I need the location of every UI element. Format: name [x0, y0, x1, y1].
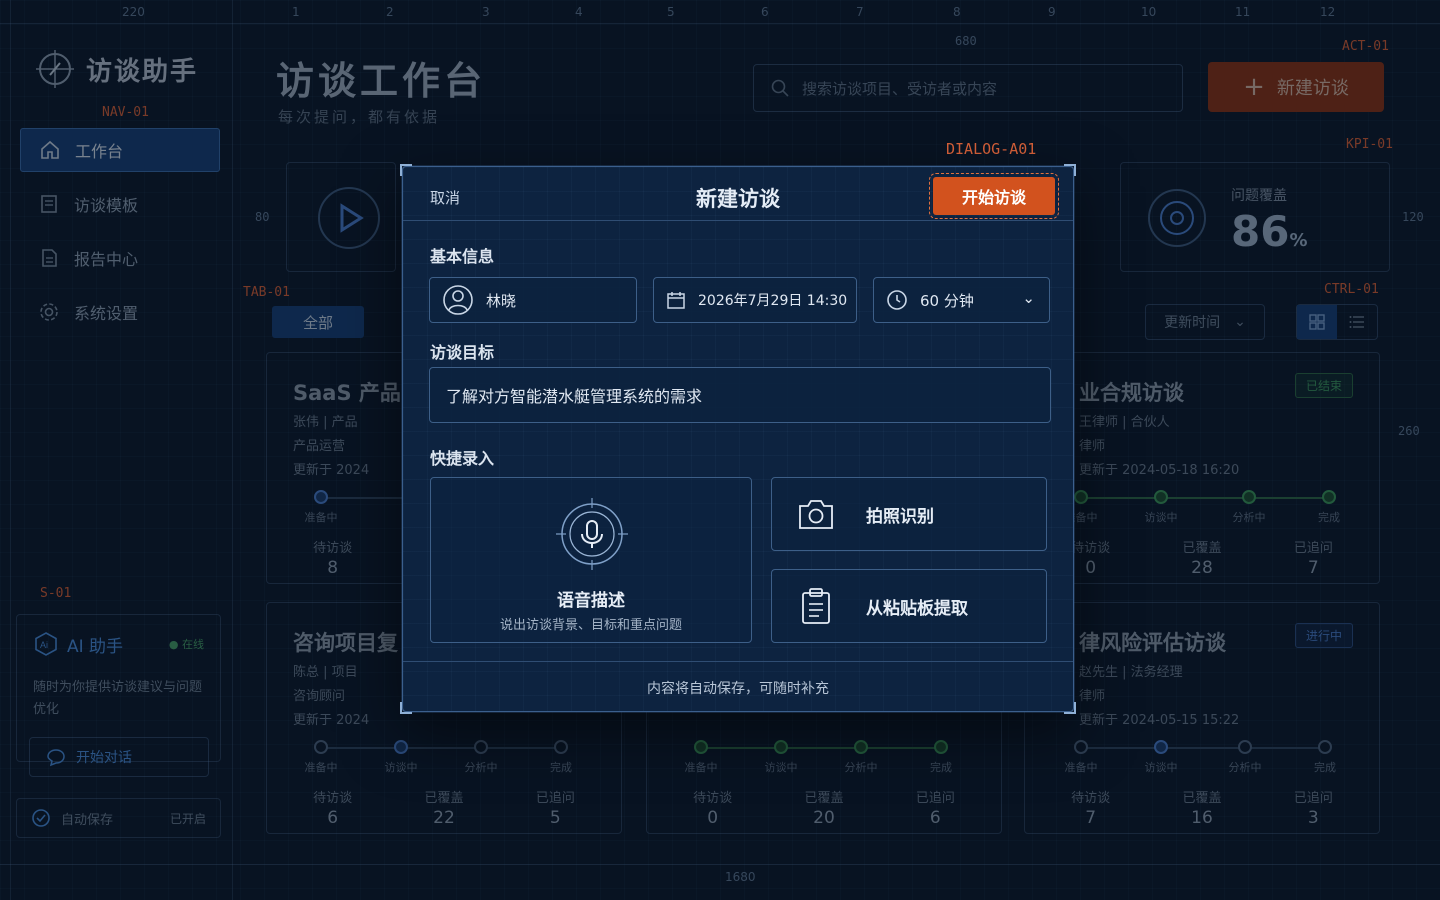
goal-input[interactable]: 了解对方智能潜水艇管理系统的需求	[429, 367, 1051, 423]
datetime-field[interactable]: 2026年7月29日 14:30	[653, 277, 857, 323]
microphone-icon	[556, 498, 628, 570]
annotation-dialog: DIALOG-A01	[946, 140, 1037, 158]
autosave-hint: 内容将自动保存，可随时补充	[647, 680, 829, 697]
duration-select[interactable]: 60 分钟 ⌄	[873, 277, 1050, 323]
goal-value: 了解对方智能潜水艇管理系统的需求	[446, 387, 703, 406]
datetime-value: 2026年7月29日 14:30	[698, 293, 848, 309]
voice-subtitle: 说出访谈背景、目标和重点问题	[499, 618, 682, 633]
voice-title: 语音描述	[557, 591, 625, 611]
user-avatar-icon	[443, 285, 473, 315]
voice-input-button[interactable]: 语音描述 说出访谈背景、目标和重点问题	[430, 477, 752, 643]
clipboard-icon	[802, 588, 830, 624]
dialog-header: 取消 新建访谈 开始访谈	[403, 167, 1073, 221]
goal-label: 访谈目标	[430, 343, 495, 362]
basic-info-label: 基本信息	[430, 247, 495, 266]
dialog-footer: 内容将自动保存，可随时补充	[403, 661, 1073, 713]
quick-entry-label: 快捷录入	[430, 449, 495, 468]
interviewee-field[interactable]: 林晓	[429, 277, 637, 323]
photo-recognize-button[interactable]: 拍照识别	[771, 477, 1047, 551]
interviewee-value: 林晓	[486, 291, 517, 310]
clipboard-extract-button[interactable]: 从粘贴板提取	[771, 569, 1047, 643]
calendar-icon	[667, 292, 685, 309]
camera-icon	[799, 500, 833, 529]
duration-value: 60 分钟	[920, 291, 974, 310]
chevron-down-icon: ⌄	[1022, 289, 1035, 307]
clock-icon	[887, 290, 907, 310]
start-interview-button[interactable]: 开始访谈	[929, 173, 1059, 219]
new-interview-dialog: 取消 新建访谈 开始访谈 基本信息 林晓 2026年7月29日 14:30 60…	[400, 164, 1076, 714]
